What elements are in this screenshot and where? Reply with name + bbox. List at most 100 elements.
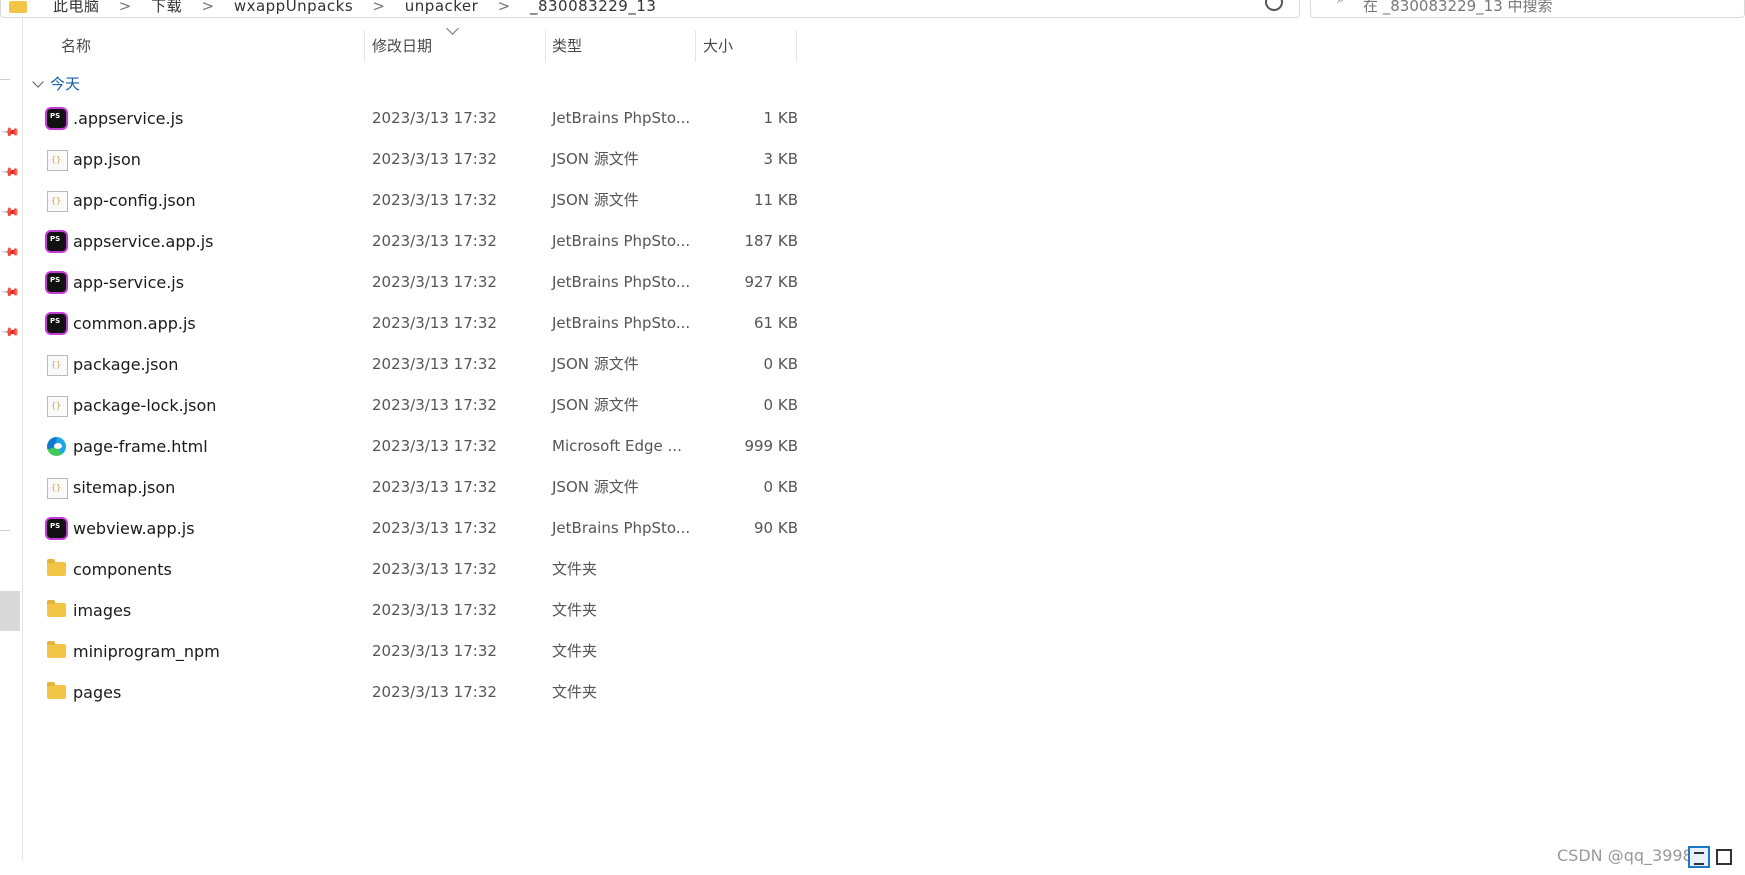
pin-icon[interactable]: 📌 — [1, 122, 21, 142]
breadcrumb-separator: > — [372, 0, 386, 15]
breadcrumb-separator: > — [201, 0, 215, 15]
column-separator[interactable] — [796, 30, 797, 62]
breadcrumb-separator: > — [497, 0, 511, 15]
json-file-icon — [47, 355, 68, 376]
file-row[interactable]: app.json 2023/3/13 17:32 JSON 源文件 3 KB — [36, 139, 798, 180]
file-type: JSON 源文件 — [552, 150, 639, 168]
file-date: 2023/3/13 17:32 — [372, 560, 497, 578]
json-file-icon — [47, 150, 68, 171]
sort-descending-icon — [446, 22, 459, 35]
breadcrumb-item[interactable]: wxappUnpacks — [234, 0, 353, 15]
folder-icon — [47, 600, 66, 617]
file-name: miniprogram_npm — [73, 642, 220, 661]
file-type: Microsoft Edge ... — [552, 437, 682, 455]
search-icon: ⌕ — [1337, 0, 1345, 7]
file-type: 文件夹 — [552, 642, 598, 660]
file-date: 2023/3/13 17:32 — [372, 478, 497, 496]
pin-icon[interactable]: 📌 — [1, 162, 21, 182]
file-row[interactable]: components 2023/3/13 17:32 文件夹 — [36, 549, 798, 590]
file-row[interactable]: page-frame.html 2023/3/13 17:32 Microsoft … — [36, 426, 798, 467]
search-box[interactable]: ⌕ 在 _830083229_13 中搜索 — [1310, 0, 1745, 18]
file-row[interactable]: package.json 2023/3/13 17:32 JSON 源文件 0 KB — [36, 344, 798, 385]
file-date: 2023/3/13 17:32 — [372, 314, 497, 332]
watermark: CSDN @qq_3998 — [1557, 846, 1693, 865]
file-row[interactable]: package-lock.json 2023/3/13 17:32 JSON 源文件… — [36, 385, 798, 426]
file-date: 2023/3/13 17:32 — [372, 150, 497, 168]
file-type: JetBrains PhpSto... — [552, 519, 691, 537]
nav-selected-item[interactable] — [0, 591, 20, 631]
breadcrumb-item[interactable]: 此电脑 — [53, 0, 100, 15]
tiles-view-icon[interactable] — [1716, 849, 1732, 865]
breadcrumb-item[interactable]: unpacker — [405, 0, 479, 15]
details-view-icon[interactable] — [1688, 846, 1710, 868]
phpstorm-icon — [47, 273, 66, 292]
column-separator[interactable] — [364, 30, 365, 62]
column-header-name[interactable]: 名称 — [61, 26, 91, 66]
file-row[interactable]: webview.app.js 2023/3/13 17:32 JetBrains P… — [36, 508, 798, 549]
pin-icon[interactable]: 📌 — [1, 202, 21, 222]
file-date: 2023/3/13 17:32 — [372, 355, 497, 373]
file-row[interactable]: .appservice.js 2023/3/13 17:32 JetBrains P… — [36, 98, 798, 139]
json-file-icon — [47, 191, 68, 212]
file-size: 0 KB — [763, 396, 798, 414]
column-header-type[interactable]: 类型 — [552, 26, 582, 66]
column-header-size[interactable]: 大小 — [703, 26, 733, 66]
file-type: JetBrains PhpSto... — [552, 314, 691, 332]
folder-icon — [9, 1, 27, 13]
file-date: 2023/3/13 17:32 — [372, 191, 497, 209]
edge-icon — [47, 437, 66, 456]
file-row[interactable]: pages 2023/3/13 17:32 文件夹 — [36, 672, 798, 713]
file-name: common.app.js — [73, 314, 196, 333]
address-bar[interactable]: 此电脑 > 下载 > wxappUnpacks > unpacker > _83… — [0, 0, 1300, 18]
file-type: JSON 源文件 — [552, 191, 639, 209]
file-row[interactable]: common.app.js 2023/3/13 17:32 JetBrains Ph… — [36, 303, 798, 344]
file-type: JSON 源文件 — [552, 396, 639, 414]
folder-icon — [47, 641, 66, 658]
column-separator[interactable] — [545, 30, 546, 62]
file-date: 2023/3/13 17:32 — [372, 601, 497, 619]
pin-icon[interactable]: 📌 — [1, 282, 21, 302]
breadcrumb: 此电脑 > 下载 > wxappUnpacks > unpacker > _83… — [53, 0, 670, 16]
file-name: page-frame.html — [73, 437, 208, 456]
file-row[interactable]: app-config.json 2023/3/13 17:32 JSON 源文件 11… — [36, 180, 798, 221]
file-row[interactable]: app-service.js 2023/3/13 17:32 JetBrains P… — [36, 262, 798, 303]
phpstorm-icon — [47, 232, 66, 251]
file-type: JetBrains PhpSto... — [552, 232, 691, 250]
group-header-today[interactable]: 今天 — [32, 72, 81, 96]
file-size: 3 KB — [763, 150, 798, 168]
file-type: 文件夹 — [552, 560, 598, 578]
file-name: sitemap.json — [73, 478, 176, 497]
file-name: package.json — [73, 355, 179, 374]
pin-icon[interactable]: 📌 — [1, 322, 21, 342]
pin-icon[interactable]: 📌 — [1, 242, 21, 262]
folder-icon — [47, 559, 66, 576]
column-header-date[interactable]: 修改日期 — [372, 26, 432, 66]
file-type: JSON 源文件 — [552, 355, 639, 373]
file-row[interactable]: appservice.app.js 2023/3/13 17:32 JetBrain… — [36, 221, 798, 262]
file-name: package-lock.json — [73, 396, 217, 415]
json-file-icon — [47, 396, 68, 417]
group-label: 今天 — [50, 75, 81, 93]
file-date: 2023/3/13 17:32 — [372, 273, 497, 291]
file-name: app.json — [73, 150, 141, 169]
file-size: 61 KB — [754, 314, 798, 332]
phpstorm-icon — [47, 519, 66, 538]
breadcrumb-item[interactable]: 下载 — [151, 0, 182, 15]
file-name: app-config.json — [73, 191, 196, 210]
file-type: JSON 源文件 — [552, 478, 639, 496]
file-row[interactable]: miniprogram_npm 2023/3/13 17:32 文件夹 — [36, 631, 798, 672]
file-row[interactable]: sitemap.json 2023/3/13 17:32 JSON 源文件 0 KB — [36, 467, 798, 508]
file-name: app-service.js — [73, 273, 185, 292]
file-size: 927 KB — [744, 273, 798, 291]
file-row[interactable]: images 2023/3/13 17:32 文件夹 — [36, 590, 798, 631]
file-size: 999 KB — [744, 437, 798, 455]
breadcrumb-item[interactable]: _830083229_13 — [530, 0, 656, 15]
file-name: images — [73, 601, 132, 620]
refresh-icon[interactable] — [1265, 0, 1283, 11]
file-date: 2023/3/13 17:32 — [372, 232, 497, 250]
column-separator[interactable] — [695, 30, 696, 62]
file-date: 2023/3/13 17:32 — [372, 109, 497, 127]
search-input[interactable]: 在 _830083229_13 中搜索 — [1363, 0, 1553, 16]
file-name: pages — [73, 683, 122, 702]
file-name: webview.app.js — [73, 519, 195, 538]
